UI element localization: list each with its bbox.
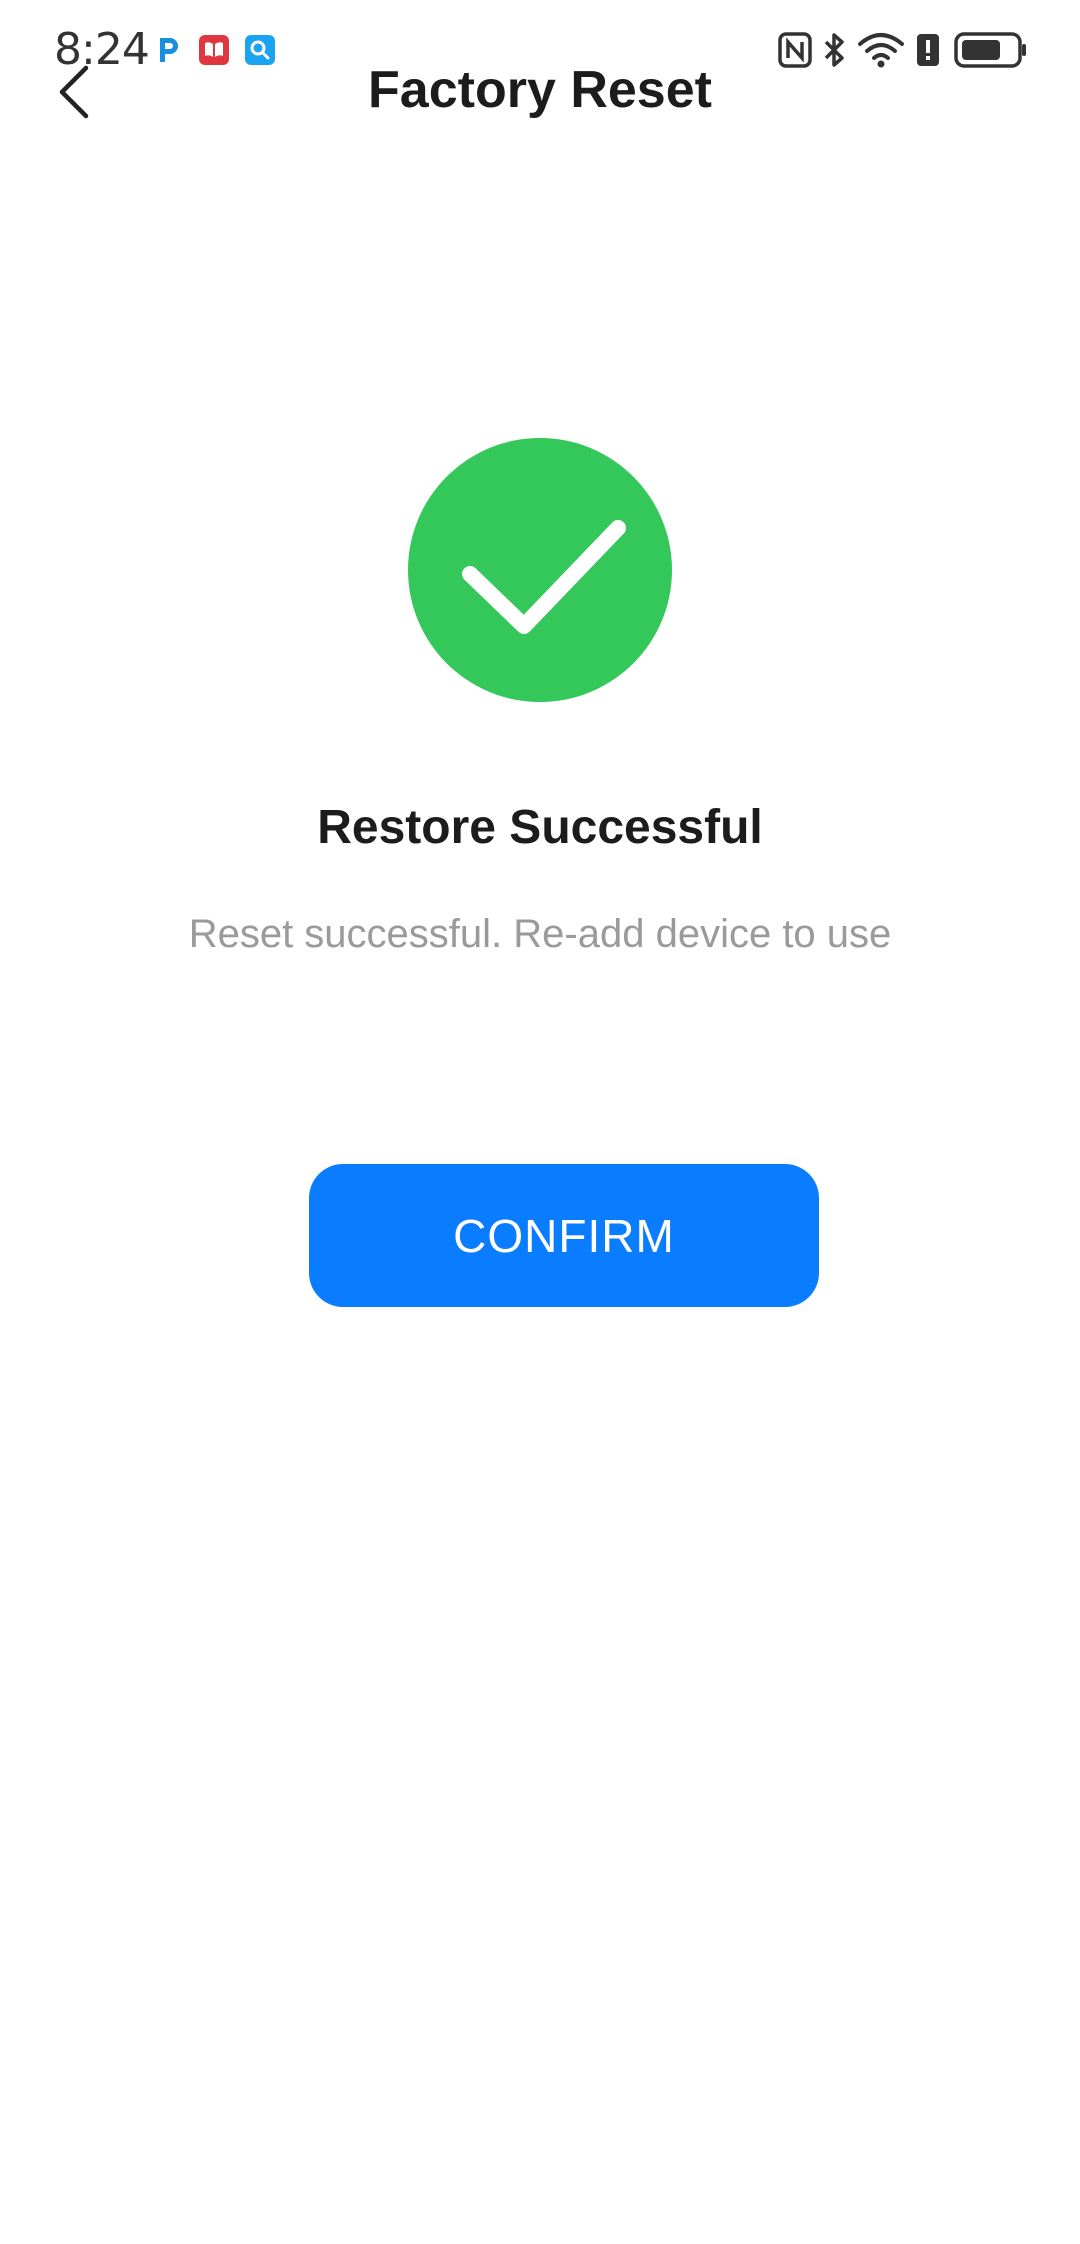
result-title: Restore Successful — [317, 801, 763, 854]
confirm-button[interactable]: CONFIRM — [309, 1164, 819, 1307]
result-message: Reset successful. Re-add device to use — [188, 912, 892, 956]
factory-reset-screen: 8:24 Factory Reset Restore Successful Re… — [0, 0, 1080, 2244]
check-circle-icon — [408, 438, 672, 702]
page-title: Factory Reset — [368, 61, 712, 119]
